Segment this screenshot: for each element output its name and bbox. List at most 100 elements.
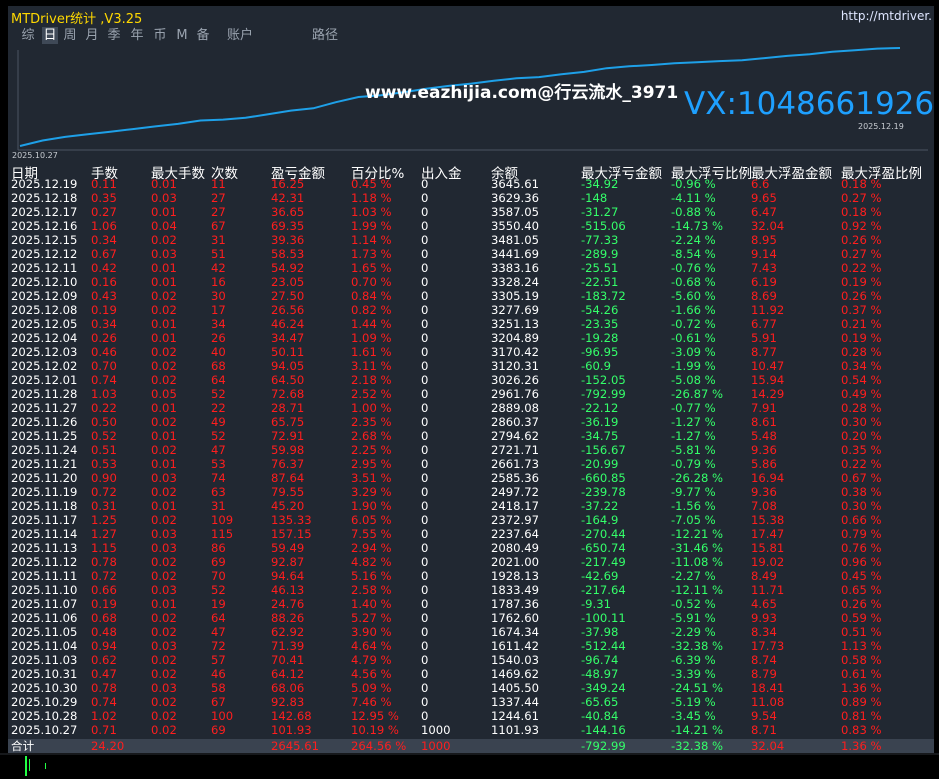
table-cell: 0 (421, 443, 429, 457)
table-cell: 0.59 % (841, 611, 882, 625)
table-cell: 2.58 % (351, 583, 392, 597)
table-cell: 0.49 % (841, 387, 882, 401)
site-link[interactable]: http://mtdriver. (841, 9, 932, 23)
table-cell: 11.08 (751, 695, 785, 709)
table-row: 2025.11.11 0.72 0.02 70 94.64 5.16 % 0 1928.13 -… (8, 569, 934, 583)
table-cell: 0.22 (91, 401, 117, 415)
table-cell: -650.74 (581, 541, 626, 555)
table-cell: 0 (421, 527, 429, 541)
tab-3[interactable]: 月 (84, 27, 100, 44)
table-cell: -31.27 (581, 205, 619, 219)
table-cell: 9.36 (751, 443, 777, 457)
total-max-float-loss: -792.99 (581, 739, 626, 753)
tab-10[interactable]: 路径 (309, 27, 341, 44)
table-cell: 0 (421, 625, 429, 639)
table-cell: 115 (211, 527, 234, 541)
table-cell: -7.05 % (671, 513, 716, 527)
table-cell: 0 (421, 219, 429, 233)
table-cell: 0.18 % (841, 205, 882, 219)
table-cell: 2025.10.29 (11, 695, 78, 709)
table-cell: 0.67 % (841, 471, 882, 485)
table-cell: 135.33 (271, 513, 312, 527)
table-cell: 100 (211, 709, 234, 723)
table-cell: 2025.11.17 (11, 513, 78, 527)
table-row: 2025.12.18 0.35 0.03 27 42.31 1.18 % 0 3629.36 -… (8, 191, 934, 205)
table-cell: -152.05 (581, 373, 626, 387)
period-tabs: 综日周月季年币 M 备账户 路径 (8, 27, 934, 45)
table-cell: 0.68 (91, 611, 117, 625)
table-cell: -1.27 % (671, 429, 716, 443)
table-cell: 0.03 (151, 191, 177, 205)
table-cell: 8.61 (751, 415, 777, 429)
table-cell: -34.75 (581, 429, 619, 443)
table-cell: 34.47 (271, 331, 305, 345)
table-cell: 92.87 (271, 555, 305, 569)
tab-0[interactable]: 综 (20, 27, 36, 44)
tab-5[interactable]: 年 (129, 27, 145, 44)
table-cell: 42 (211, 261, 226, 275)
total-pl: 2645.61 (271, 739, 319, 753)
table-cell: 0.27 % (841, 247, 882, 261)
table-cell: 2025.12.08 (11, 303, 78, 317)
tab-7[interactable]: M (174, 27, 190, 44)
tab-1[interactable]: 日 (42, 27, 58, 44)
table-cell: 64.12 (271, 667, 305, 681)
table-cell: 42.31 (271, 191, 305, 205)
table-cell: 0.27 (91, 205, 117, 219)
table-cell: 79.55 (271, 485, 305, 499)
table-cell: 0 (421, 639, 429, 653)
table-cell: 2025.12.02 (11, 359, 78, 373)
table-cell: 1405.50 (491, 681, 539, 695)
table-cell: 0 (421, 695, 429, 709)
table-cell: 8.49 (751, 569, 777, 583)
table-cell: 0.45 % (841, 569, 882, 583)
table-cell: 19.02 (751, 555, 785, 569)
table-cell: 3629.36 (491, 191, 539, 205)
table-row: 2025.11.12 0.78 0.02 69 92.87 4.82 % 0 2021.00 -… (8, 555, 934, 569)
table-cell: 1.00 % (351, 401, 392, 415)
table-cell: 3277.69 (491, 303, 539, 317)
table-cell: 2025.11.11 (11, 569, 78, 583)
table-cell: -2.29 % (671, 625, 716, 639)
table-cell: -3.39 % (671, 667, 716, 681)
table-cell: 2661.73 (491, 457, 539, 471)
table-cell: 10.19 % (351, 723, 399, 737)
table-cell: 54.92 (271, 261, 305, 275)
table-cell: 4.56 % (351, 667, 392, 681)
table-cell: 76.37 (271, 457, 305, 471)
table-cell: 0.01 (151, 597, 177, 611)
table-cell: 0.65 % (841, 583, 882, 597)
table-cell: 1337.44 (491, 695, 539, 709)
tab-9[interactable]: 账户 (224, 27, 256, 44)
table-row: 2025.12.11 0.42 0.01 42 54.92 1.65 % 0 3383.16 -… (8, 261, 934, 275)
table-cell: 32.04 (751, 219, 785, 233)
table-cell: -11.08 % (671, 555, 724, 569)
table-row: 2025.11.28 1.03 0.05 52 72.68 2.52 % 0 2961.76 -… (8, 387, 934, 401)
table-cell: -0.77 % (671, 401, 716, 415)
table-cell: 70.41 (271, 653, 305, 667)
table-cell: 0.22 % (841, 261, 882, 275)
table-cell: 0 (421, 541, 429, 555)
table-cell: 68.06 (271, 681, 305, 695)
table-cell: 92.83 (271, 695, 305, 709)
table-cell: 0.03 (151, 681, 177, 695)
table-cell: -239.78 (581, 485, 626, 499)
tab-2[interactable]: 周 (62, 27, 78, 44)
tab-6[interactable]: 币 (152, 27, 168, 44)
table-cell: 27 (211, 191, 226, 205)
table-cell: 67 (211, 219, 226, 233)
table-cell: 0.96 % (841, 555, 882, 569)
table-cell: 0.35 % (841, 443, 882, 457)
table-cell: 2025.10.30 (11, 681, 78, 695)
table-cell: 1.18 % (351, 191, 392, 205)
table-cell: -164.9 (581, 513, 619, 527)
table-cell: 2025.11.19 (11, 485, 78, 499)
table-cell: 0 (421, 233, 429, 247)
tab-4[interactable]: 季 (106, 27, 122, 44)
table-cell: 2860.37 (491, 415, 539, 429)
table-row: 2025.12.15 0.34 0.02 31 39.36 1.14 % 0 3481.05 -… (8, 233, 934, 247)
table-cell: -0.68 % (671, 275, 716, 289)
table-cell: 3204.89 (491, 331, 539, 345)
tab-8[interactable]: 备 (195, 27, 211, 44)
table-cell: 1.03 % (351, 205, 392, 219)
